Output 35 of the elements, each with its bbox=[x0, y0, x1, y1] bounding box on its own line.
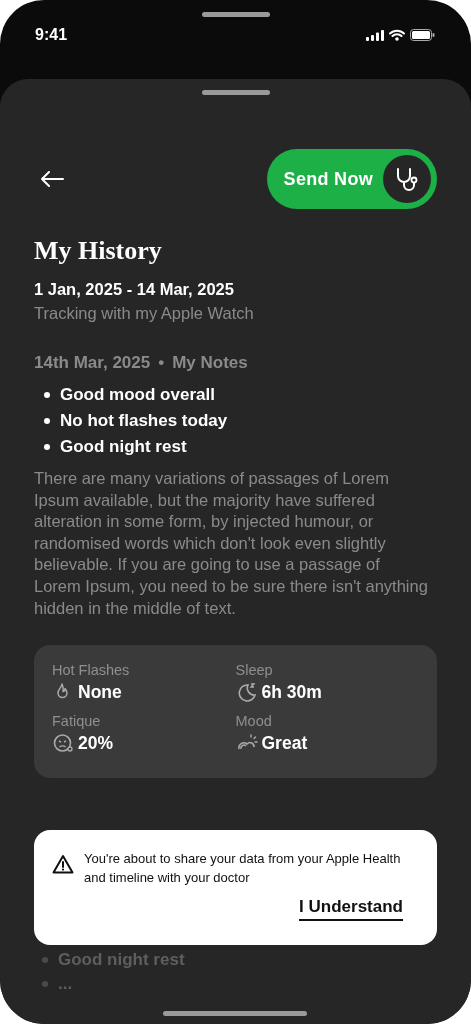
warning-icon bbox=[52, 854, 74, 874]
bullet-icon bbox=[44, 418, 50, 424]
note-item: Good night rest bbox=[60, 437, 187, 457]
note-paragraph: There are many variations of passages of Lorem Ipsum available, but the majority have suffered alteration in some form, by injected humour, or randomised words which don't look even slightly believable. If you are going to use a passage of Lorem Ipsum, you need to be sure there isn't anything hidden in the middle of text. bbox=[34, 468, 429, 619]
wifi-icon bbox=[389, 29, 405, 41]
stat-value: 20% bbox=[78, 732, 114, 754]
note-item: No hot flashes today bbox=[60, 411, 228, 431]
stat-label: Hot Flashes bbox=[52, 662, 131, 679]
signal-icon bbox=[366, 29, 384, 41]
page-title: My History bbox=[34, 236, 163, 266]
toast-message: You're about to share your data from your Apple Health and timeline with your doctor bbox=[84, 850, 402, 887]
status-time: 9:41 bbox=[35, 26, 68, 44]
separator-dot: • bbox=[158, 353, 165, 373]
note-date: 14th Mar, 2025 bbox=[34, 353, 151, 373]
stat-label: Mood bbox=[235, 713, 273, 730]
stethoscope-icon bbox=[383, 155, 431, 203]
bullet-icon bbox=[42, 957, 48, 964]
faded-note-item: ... bbox=[58, 974, 73, 995]
stat-value: None bbox=[78, 681, 122, 703]
faded-note-item: Good night rest bbox=[58, 950, 185, 971]
bullet-icon bbox=[42, 981, 48, 988]
stat-label: Sleep bbox=[235, 662, 274, 679]
tired-face-icon bbox=[52, 732, 74, 755]
bullet-icon bbox=[44, 444, 50, 450]
date-range: 1 Jan, 2025 - 14 Mar, 2025 bbox=[34, 280, 235, 299]
bullet-icon bbox=[44, 392, 50, 398]
back-arrow-icon[interactable] bbox=[40, 171, 64, 187]
stat-value: 6h 30m bbox=[261, 681, 322, 703]
stat-value: Great bbox=[261, 732, 308, 754]
note-item: Good mood overall bbox=[60, 385, 215, 405]
subtitle: Tracking with my Apple Watch bbox=[34, 304, 255, 323]
note-label: My Notes bbox=[172, 353, 248, 373]
understand-button[interactable]: I Understand bbox=[299, 897, 403, 921]
battery-icon bbox=[410, 29, 435, 41]
stat-label: Fatique bbox=[52, 713, 102, 730]
